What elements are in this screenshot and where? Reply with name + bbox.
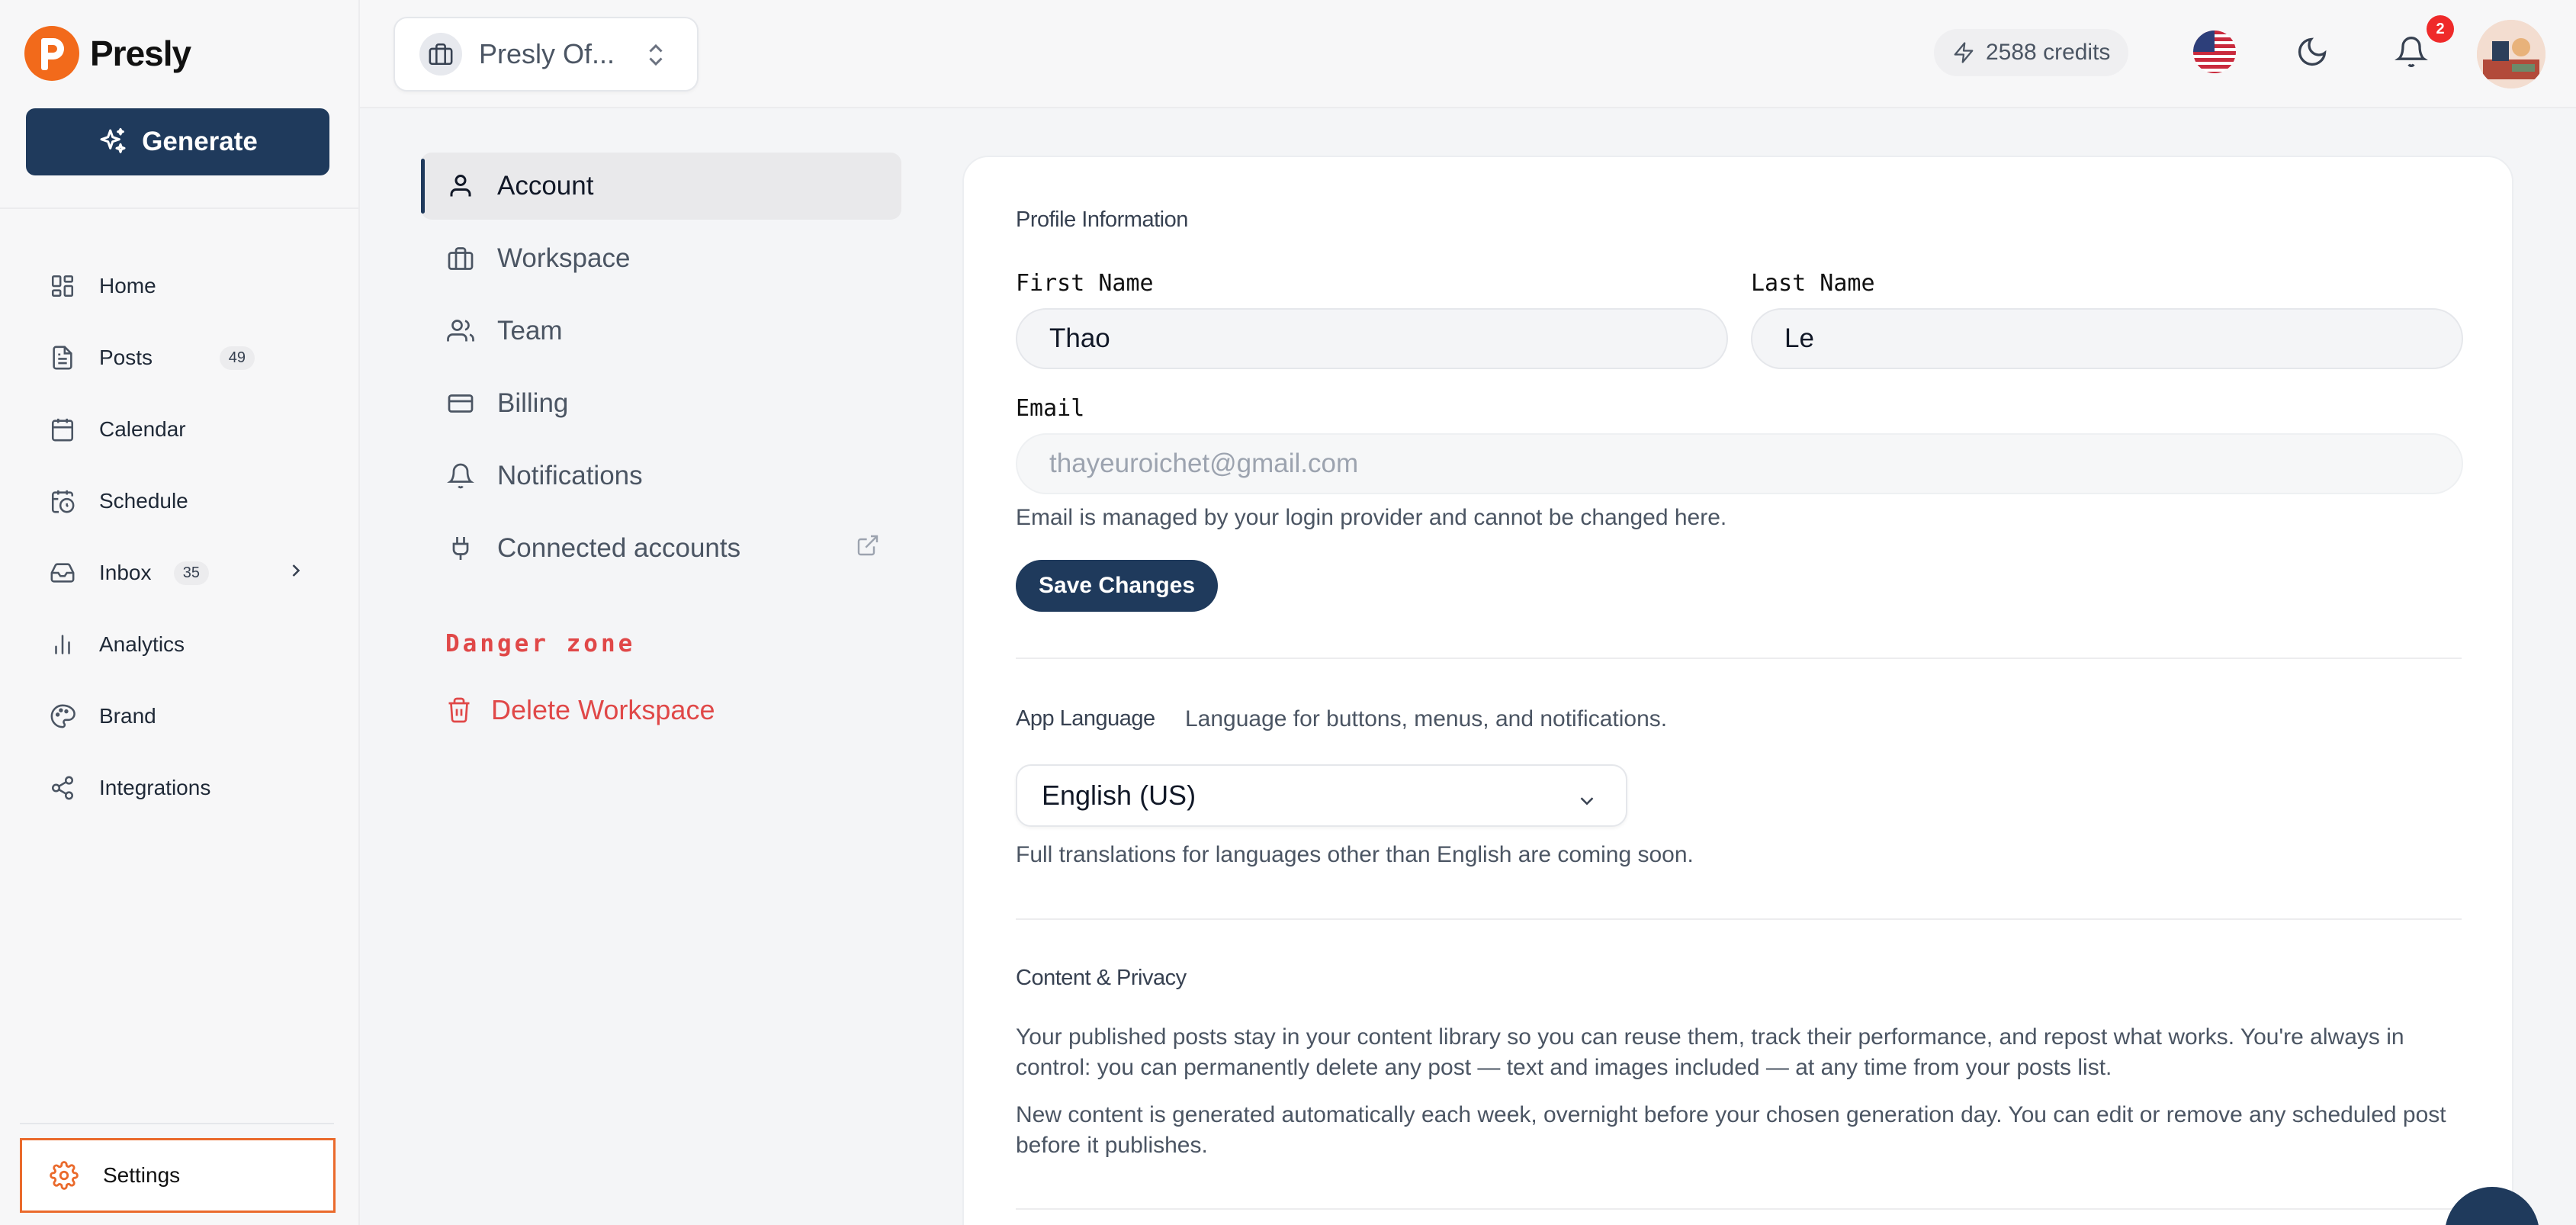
- bar-chart-icon: [49, 631, 76, 658]
- chevrons-up-down-icon: [642, 40, 670, 74]
- credits-text: 2588 credits: [1986, 40, 2111, 65]
- nav-item-brand[interactable]: Brand: [26, 680, 331, 752]
- nav-item-calendar[interactable]: Calendar: [26, 394, 331, 465]
- email-label: Email: [1016, 395, 1085, 422]
- nav-item-schedule[interactable]: Schedule: [26, 465, 331, 537]
- main-nav: Home Posts 49 Calendar Schedule Inbox 35…: [26, 250, 331, 824]
- logo[interactable]: Presly: [24, 26, 191, 81]
- nav-item-settings[interactable]: Settings: [20, 1138, 336, 1213]
- nav-label: Brand: [99, 704, 156, 728]
- workspace-name: Presly Of...: [479, 38, 615, 69]
- settings-tab-account[interactable]: Account: [421, 153, 901, 220]
- trash-icon: [445, 696, 473, 725]
- credits-indicator[interactable]: 2588 credits: [1934, 29, 2129, 76]
- user-icon: [447, 171, 477, 201]
- nav-label: Inbox: [99, 561, 152, 584]
- settings-tab-label: Team: [497, 316, 563, 346]
- lightning-icon: [1954, 42, 1974, 63]
- danger-zone-title: Danger zone: [445, 630, 636, 658]
- sidebar-bottom-divider: [20, 1123, 334, 1124]
- calendar-icon: [49, 416, 76, 443]
- settings-tab-label: Account: [497, 171, 594, 201]
- sidebar: Presly Generate Home Posts 49 Calendar S…: [0, 0, 360, 1225]
- credit-card-icon: [447, 388, 477, 419]
- settings-tab-label: Billing: [497, 388, 569, 418]
- presly-logo-icon: [24, 26, 79, 81]
- nav-label: Calendar: [99, 417, 186, 441]
- bell-icon[interactable]: [2395, 34, 2428, 74]
- email-field: thayeuroichet@gmail.com: [1016, 433, 2463, 494]
- first-name-input[interactable]: Thao: [1016, 308, 1728, 369]
- calendar-clock-icon: [49, 487, 76, 515]
- chevron-down-icon: [1575, 787, 1598, 819]
- layout-grid-icon: [49, 272, 76, 300]
- nav-item-analytics[interactable]: Analytics: [26, 609, 331, 680]
- first-name-label: First Name: [1016, 270, 1154, 297]
- nav-item-posts[interactable]: Posts 49: [26, 322, 331, 394]
- nav-label: Schedule: [99, 489, 188, 513]
- delete-workspace-label: Delete Workspace: [491, 694, 715, 725]
- profile-section-title: Profile Information: [1016, 207, 1188, 232]
- inbox-count-badge: 35: [173, 561, 209, 585]
- app-language-description: Language for buttons, menus, and notific…: [1185, 706, 1668, 731]
- language-help-text: Full translations for languages other th…: [1016, 842, 1694, 867]
- gear-icon: [50, 1160, 80, 1191]
- plug-icon: [447, 533, 477, 564]
- nav-label: Analytics: [99, 632, 185, 656]
- external-link-icon: [856, 533, 880, 564]
- last-name-label: Last Name: [1751, 270, 1875, 297]
- palette-icon: [49, 703, 76, 730]
- document-icon: [49, 344, 76, 371]
- briefcase-icon: [419, 33, 462, 76]
- nav-label: Home: [99, 274, 156, 297]
- bell-icon: [447, 461, 477, 491]
- moon-icon[interactable]: [2295, 35, 2329, 72]
- generate-label: Generate: [142, 127, 258, 156]
- content-privacy-title: Content & Privacy: [1016, 966, 1187, 990]
- nav-label: Integrations: [99, 776, 211, 799]
- top-bar: Presly Of... 2588 credits 2: [360, 0, 2576, 108]
- inbox-icon: [49, 559, 76, 587]
- nav-item-integrations[interactable]: Integrations: [26, 752, 331, 824]
- avatar[interactable]: [2477, 20, 2545, 88]
- settings-tab-connected-accounts[interactable]: Connected accounts: [421, 515, 901, 582]
- generate-button[interactable]: Generate: [26, 108, 329, 175]
- app-language-title: App Language: [1016, 706, 1155, 731]
- settings-tab-workspace[interactable]: Workspace: [421, 225, 901, 292]
- section-divider: [1016, 658, 2462, 659]
- chevron-right-icon[interactable]: [285, 560, 307, 587]
- settings-tab-notifications[interactable]: Notifications: [421, 442, 901, 510]
- privacy-paragraph-2: New content is generated automatically e…: [1016, 1102, 2446, 1158]
- settings-nav: Account Workspace Team Billing Notificat…: [421, 153, 901, 587]
- us-flag-icon[interactable]: [2193, 31, 2236, 73]
- last-name-input[interactable]: Le: [1751, 308, 2463, 369]
- settings-tab-label: Connected accounts: [497, 533, 741, 563]
- nav-item-inbox[interactable]: Inbox 35: [26, 537, 331, 609]
- workspace-switcher[interactable]: Presly Of...: [393, 17, 699, 92]
- briefcase-icon: [447, 243, 477, 274]
- language-selected-value: English (US): [1042, 780, 1196, 811]
- settings-tab-label: Notifications: [497, 461, 643, 490]
- sparkles-icon: [100, 127, 126, 153]
- section-divider: [1016, 918, 2462, 920]
- language-select[interactable]: English (US): [1016, 764, 1627, 827]
- logo-text: Presly: [90, 34, 191, 73]
- section-divider: [1016, 1208, 2462, 1210]
- settings-tab-billing[interactable]: Billing: [421, 370, 901, 437]
- nav-item-home[interactable]: Home: [26, 250, 331, 322]
- share-icon: [49, 774, 76, 802]
- account-settings-card: Profile Information First Name Thao Last…: [962, 156, 2513, 1225]
- delete-workspace-button[interactable]: Delete Workspace: [445, 683, 715, 737]
- privacy-paragraph-1: Your published posts stay in your conten…: [1016, 1024, 2404, 1080]
- settings-label: Settings: [103, 1163, 181, 1187]
- settings-tab-label: Workspace: [497, 243, 631, 273]
- nav-label: Posts: [99, 346, 153, 369]
- notification-count-badge: 2: [2427, 15, 2454, 43]
- posts-count-badge: 49: [219, 346, 255, 370]
- save-changes-button[interactable]: Save Changes: [1016, 560, 1219, 612]
- email-help-text: Email is managed by your login provider …: [1016, 505, 1727, 530]
- users-icon: [447, 316, 477, 346]
- sidebar-divider: [0, 207, 360, 209]
- settings-tab-team[interactable]: Team: [421, 297, 901, 365]
